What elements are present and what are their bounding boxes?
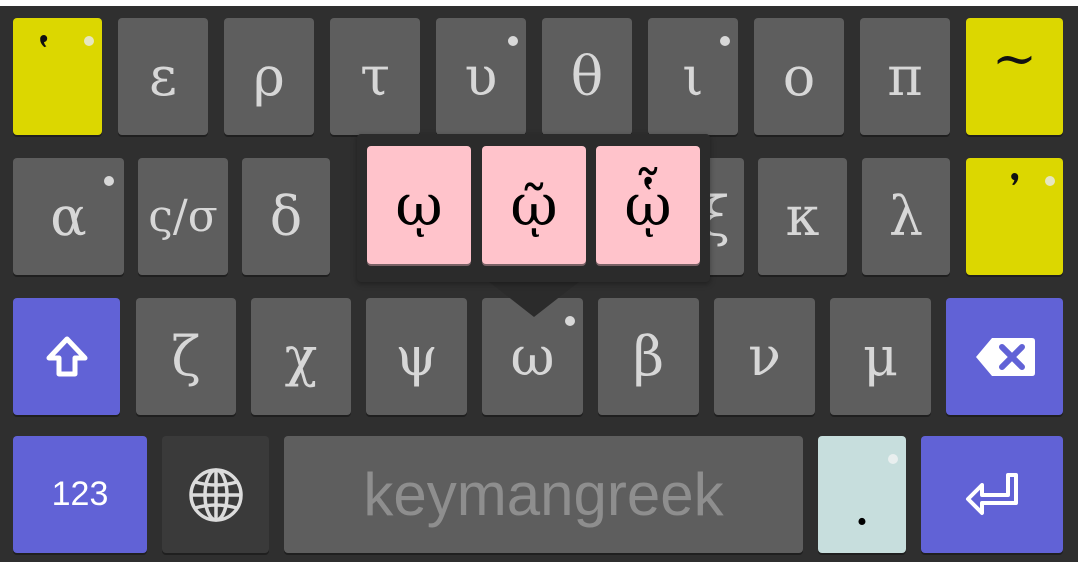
key-mu[interactable]: μ: [830, 298, 931, 415]
enter-key[interactable]: [921, 436, 1063, 553]
key-label: θ: [570, 44, 604, 108]
longpress-indicator: [1045, 176, 1055, 186]
key-theta[interactable]: θ: [542, 18, 632, 135]
key-iota[interactable]: ι: [648, 18, 738, 135]
greek-keyboard: ῾ ε ρ τ υ θ ι ο π ~ α ς/σ δ ξ κ λ ᾽ ζ χ …: [0, 6, 1078, 562]
key-label: α: [50, 184, 87, 248]
key-label: μ: [862, 324, 899, 388]
key-label: ι: [682, 44, 704, 108]
key-label: ρ: [253, 44, 285, 108]
popup-key-label: ῳ: [395, 171, 443, 239]
key-label: δ: [269, 184, 303, 248]
shift-key[interactable]: [13, 298, 120, 415]
backspace-key[interactable]: [946, 298, 1063, 415]
key-label: ζ: [171, 324, 201, 388]
key-nu[interactable]: ν: [714, 298, 815, 415]
key-beta[interactable]: β: [598, 298, 699, 415]
key-smooth-breathing[interactable]: ᾽: [966, 158, 1063, 275]
shift-arrow-icon: [46, 336, 87, 376]
longpress-popup: ῳ ῷ ᾧ: [357, 134, 710, 282]
longpress-indicator: [104, 176, 114, 186]
space-key-label: keymangreek: [363, 461, 724, 528]
popup-key-omega-perispomeni-iota[interactable]: ῷ: [482, 146, 586, 264]
key-rho[interactable]: ρ: [224, 18, 314, 135]
key-label: π: [887, 44, 923, 108]
key-label: λ: [888, 184, 924, 248]
backspace-icon: [975, 337, 1035, 376]
key-chi[interactable]: χ: [251, 298, 351, 415]
longpress-indicator: [565, 316, 575, 326]
key-alpha[interactable]: α: [13, 158, 124, 275]
key-omicron[interactable]: ο: [754, 18, 844, 135]
key-label: β: [632, 324, 665, 388]
key-psi[interactable]: ψ: [366, 298, 467, 415]
key-epsilon[interactable]: ε: [118, 18, 208, 135]
key-label: χ: [284, 324, 318, 388]
key-label: ς/σ: [148, 190, 218, 242]
key-tilde[interactable]: ~: [966, 18, 1063, 135]
key-label: ῾: [30, 29, 57, 93]
key-pi[interactable]: π: [860, 18, 950, 135]
key-rough-breathing[interactable]: ῾: [13, 18, 102, 135]
numbers-key-label: 123: [51, 475, 109, 513]
key-tau[interactable]: τ: [330, 18, 420, 135]
globe-key[interactable]: [162, 436, 269, 553]
popup-key-label: ῷ: [510, 171, 558, 239]
space-key[interactable]: keymangreek: [284, 436, 803, 553]
key-lambda[interactable]: λ: [862, 158, 950, 275]
popup-pointer: [488, 281, 580, 317]
key-label: ε: [149, 44, 177, 108]
longpress-indicator: [888, 454, 898, 464]
longpress-indicator: [720, 36, 730, 46]
globe-icon: [188, 467, 243, 522]
key-label: ~: [991, 26, 1038, 90]
longpress-indicator: [508, 36, 518, 46]
key-label: ο: [782, 44, 816, 108]
key-label: ᾽: [1001, 167, 1028, 231]
key-sigma[interactable]: ς/σ: [138, 158, 228, 275]
key-delta[interactable]: δ: [242, 158, 330, 275]
key-label: ω: [510, 324, 555, 388]
numbers-key[interactable]: 123: [13, 436, 147, 553]
key-label: ψ: [395, 324, 438, 388]
period-key[interactable]: .: [818, 436, 906, 553]
key-label: κ: [785, 184, 820, 248]
key-upsilon[interactable]: υ: [436, 18, 526, 135]
longpress-indicator: [84, 36, 94, 46]
enter-icon: [966, 472, 1018, 515]
popup-key-label: ᾧ: [624, 171, 672, 239]
key-label: υ: [464, 44, 498, 108]
key-label: ν: [748, 324, 781, 388]
key-label: .: [853, 473, 871, 537]
popup-key-omega-iota-subscript[interactable]: ῳ: [367, 146, 471, 264]
key-label: τ: [360, 44, 390, 108]
key-kappa[interactable]: κ: [758, 158, 847, 275]
key-zeta[interactable]: ζ: [136, 298, 236, 415]
popup-key-omega-breathing-perispomeni-iota[interactable]: ᾧ: [596, 146, 700, 264]
